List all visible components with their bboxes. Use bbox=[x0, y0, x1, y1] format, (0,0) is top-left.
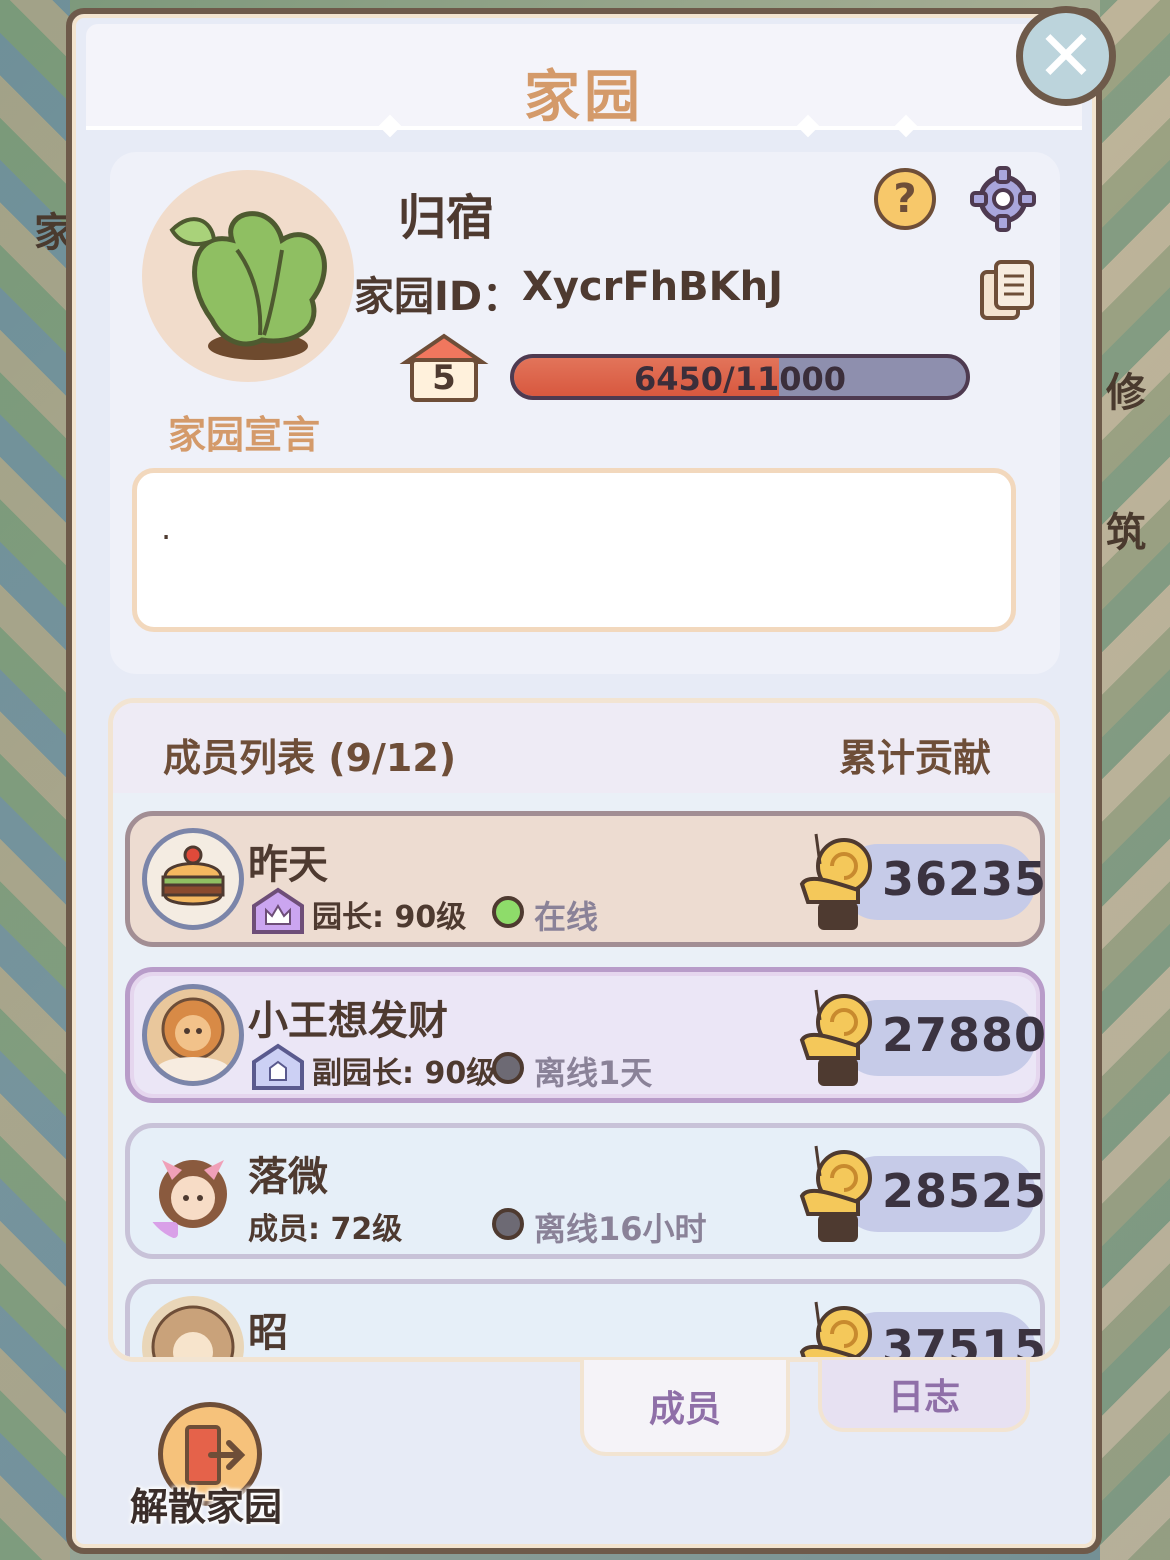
background-right-label-1: 修 bbox=[1106, 370, 1146, 416]
snail-trophy-icon bbox=[799, 833, 872, 930]
question-icon: ? bbox=[893, 176, 917, 222]
declaration-box[interactable]: . bbox=[132, 468, 1016, 632]
home-id-label: 家园ID： bbox=[354, 274, 523, 320]
experience-bar: 6450/11000 bbox=[510, 354, 970, 400]
panel-title: 家园 bbox=[524, 65, 644, 130]
home-name: 归宿 bbox=[398, 190, 495, 246]
lion-icon bbox=[157, 997, 229, 1081]
member-row[interactable]: 昨天 园长: 90级 在线 36235 bbox=[125, 811, 1048, 947]
disband-label: 解散家园 bbox=[130, 1485, 283, 1529]
offline-status-icon bbox=[492, 1208, 524, 1240]
member-name: 昨天 bbox=[248, 842, 328, 888]
copy-icon[interactable] bbox=[978, 258, 1038, 324]
member-avatar[interactable] bbox=[142, 1140, 244, 1242]
leader-crown-badge-icon bbox=[252, 887, 304, 934]
declaration-text: . bbox=[161, 509, 172, 547]
tab-members[interactable]: 成员 bbox=[580, 1360, 790, 1456]
close-button[interactable]: ✕ bbox=[1016, 6, 1116, 106]
member-list-header: 成员列表 (9/12) 累计贡献 bbox=[113, 703, 1055, 793]
member-status: 离线16小时 bbox=[534, 1210, 707, 1248]
member-list-card: 成员列表 (9/12) 累计贡献 昨天 园长: 90级 在线 36235 小王想… bbox=[108, 698, 1060, 1362]
member-avatar[interactable] bbox=[142, 984, 244, 1086]
declaration-label: 家园宣言 bbox=[168, 413, 321, 457]
member-status: 在线 bbox=[534, 898, 599, 936]
member-avatar-icon bbox=[151, 1305, 235, 1357]
offline-status-icon bbox=[492, 1052, 524, 1084]
member-contribution: 36235 bbox=[882, 852, 1048, 906]
home-avatar[interactable] bbox=[142, 170, 354, 382]
background-right-label-2: 筑 bbox=[1106, 510, 1146, 556]
header-divider bbox=[86, 126, 1082, 130]
girl-avatar-icon bbox=[148, 1160, 227, 1238]
member-avatar[interactable] bbox=[142, 828, 244, 930]
vice-leader-badge-icon bbox=[252, 1043, 304, 1090]
online-status-icon bbox=[492, 896, 524, 928]
home-level: 5 bbox=[432, 358, 456, 398]
snail-trophy-icon bbox=[799, 989, 872, 1086]
snail-trophy-icon bbox=[799, 1301, 872, 1357]
member-row[interactable]: 落微 成员: 72级 离线16小时 28525 bbox=[125, 1123, 1048, 1259]
close-icon: ✕ bbox=[1036, 15, 1096, 97]
member-name: 昭 bbox=[248, 1310, 288, 1356]
contribution-header: 累计贡献 bbox=[838, 736, 991, 780]
panel-header: 家园 bbox=[86, 24, 1082, 130]
member-role: 园长: 90级 bbox=[312, 900, 467, 935]
member-status: 离线1天 bbox=[534, 1054, 653, 1092]
background-right-scene bbox=[1100, 0, 1170, 1560]
member-avatar[interactable] bbox=[142, 1296, 244, 1357]
member-row[interactable]: 昭 37515 bbox=[125, 1279, 1048, 1357]
member-list-title: 成员列表 (9/12) bbox=[163, 736, 457, 780]
home-id-value: XycrFhBKhJ bbox=[522, 264, 783, 310]
member-name: 落微 bbox=[248, 1154, 328, 1200]
member-role: 副园长: 90级 bbox=[312, 1056, 497, 1091]
gear-icon[interactable] bbox=[970, 166, 1036, 232]
member-list[interactable]: 昨天 园长: 90级 在线 36235 小王想发财 副园长: 90级 离线1天 … bbox=[113, 793, 1055, 1357]
member-contribution: 37515 bbox=[882, 1320, 1048, 1357]
help-button[interactable]: ? bbox=[874, 168, 936, 230]
snail-trophy-icon bbox=[799, 1145, 872, 1242]
tab-log[interactable]: 日志 bbox=[818, 1360, 1030, 1432]
member-name: 小王想发财 bbox=[248, 998, 448, 1044]
member-row[interactable]: 小王想发财 副园长: 90级 离线1天 27880 bbox=[125, 967, 1048, 1103]
experience-text: 6450/11000 bbox=[633, 360, 847, 398]
member-role: 成员: 72级 bbox=[248, 1212, 403, 1247]
member-contribution: 28525 bbox=[882, 1164, 1048, 1218]
member-contribution: 27880 bbox=[882, 1008, 1048, 1062]
plant-icon bbox=[169, 211, 327, 360]
burger-icon bbox=[161, 845, 225, 906]
